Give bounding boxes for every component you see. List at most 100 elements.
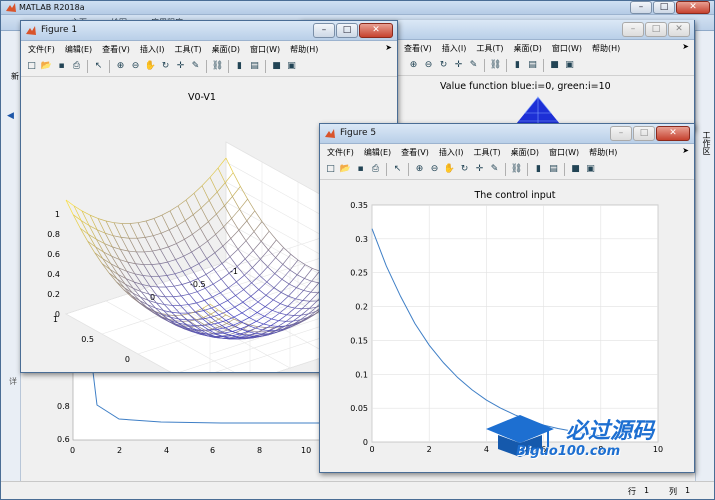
link-icon[interactable]: ⛓ <box>510 163 523 176</box>
main-titlebar[interactable]: MATLAB R2018a – □ ✕ <box>1 1 714 15</box>
link-icon[interactable]: ⛓ <box>489 59 502 72</box>
dock-icon[interactable]: ▣ <box>563 59 576 72</box>
legend-icon[interactable]: ▤ <box>248 60 261 73</box>
rotate-icon[interactable]: ↻ <box>458 163 471 176</box>
print-icon[interactable]: ⎙ <box>70 60 83 73</box>
x-tick-label: 0.5 <box>81 335 94 344</box>
figure-1-menu-insert[interactable]: 插入(I) <box>140 44 165 55</box>
figure-bg-menu-tools[interactable]: 工具(T) <box>476 43 503 54</box>
rotate-icon[interactable]: ↻ <box>437 59 450 72</box>
pointer-icon[interactable]: ↖ <box>92 60 105 73</box>
figure-bg-menu-view[interactable]: 查看(V) <box>404 43 432 54</box>
brush-icon[interactable]: ✎ <box>467 59 480 72</box>
figure-bg-close-button[interactable]: ✕ <box>668 22 690 37</box>
brush-icon[interactable]: ✎ <box>189 60 202 73</box>
legend-icon[interactable]: ▤ <box>526 59 539 72</box>
mesh-line <box>168 229 177 244</box>
figure-5-menu-file[interactable]: 文件(F) <box>327 147 354 158</box>
data-cursor-icon[interactable]: ✛ <box>452 59 465 72</box>
hide-tools-icon[interactable]: ■ <box>270 60 283 73</box>
mesh-line <box>159 263 168 276</box>
figure-5-menu-edit[interactable]: 编辑(E) <box>364 147 391 158</box>
figure-bg-menu-help[interactable]: 帮助(H) <box>592 43 620 54</box>
figure-1-menu-tools[interactable]: 工具(T) <box>174 44 201 55</box>
new-figure-icon[interactable]: □ <box>25 60 38 73</box>
zoom-out-icon[interactable]: ⊖ <box>129 60 142 73</box>
pan-icon[interactable]: ✋ <box>144 60 157 73</box>
save-icon[interactable]: ▪ <box>354 163 367 176</box>
main-minimize-button[interactable]: – <box>630 1 652 14</box>
data-cursor-icon[interactable]: ✛ <box>174 60 187 73</box>
zoom-in-icon[interactable]: ⊕ <box>407 59 420 72</box>
figure-1-minimize-button[interactable]: – <box>313 23 335 38</box>
open-file-icon[interactable]: 📂 <box>40 60 53 73</box>
colorbar-icon[interactable]: ▮ <box>233 60 246 73</box>
figure-5-titlebar[interactable]: Figure 5 – □ ✕ <box>320 124 694 144</box>
toolstrip-new-label[interactable]: 新 <box>11 71 19 82</box>
figure-bg-menu-window[interactable]: 窗口(W) <box>552 43 582 54</box>
figure-5-close-button[interactable]: ✕ <box>656 126 690 141</box>
mesh-line <box>184 220 193 235</box>
figure-5-menubar: 文件(F) 编辑(E) 查看(V) 插入(I) 工具(T) 桌面(D) 窗口(W… <box>320 144 694 160</box>
dock-icon[interactable]: ▣ <box>285 60 298 73</box>
workspace-panel[interactable]: 工作区 <box>695 31 714 481</box>
back-arrow-icon[interactable]: ◀ <box>7 111 14 121</box>
figure-1-menu-edit[interactable]: 编辑(E) <box>65 44 92 55</box>
figure-bg-menu-desktop[interactable]: 桌面(D) <box>513 43 541 54</box>
figure-5-menu-arrow-icon[interactable]: ➤ <box>682 146 689 155</box>
colorbar-icon[interactable]: ▮ <box>532 163 545 176</box>
hide-tools-icon[interactable]: ■ <box>569 163 582 176</box>
dock-icon[interactable]: ▣ <box>584 163 597 176</box>
figure-5-menu-tools[interactable]: 工具(T) <box>473 147 500 158</box>
brush-icon[interactable]: ✎ <box>488 163 501 176</box>
figure-5-menu-view[interactable]: 查看(V) <box>401 147 429 158</box>
main-maximize-button[interactable]: □ <box>653 1 675 14</box>
figure-1-menu-help[interactable]: 帮助(H) <box>290 44 318 55</box>
figure-5-menu-insert[interactable]: 插入(I) <box>439 147 464 158</box>
figure-5-menu-window[interactable]: 窗口(W) <box>549 147 579 158</box>
mesh-line <box>65 199 74 215</box>
legend-icon[interactable]: ▤ <box>547 163 560 176</box>
mesh-line <box>201 177 211 186</box>
zoom-in-icon[interactable]: ⊕ <box>114 60 127 73</box>
pointer-icon[interactable]: ↖ <box>391 163 404 176</box>
figure-bg-menu-insert[interactable]: 插入(I) <box>442 43 467 54</box>
figure-1-menu-arrow-icon[interactable]: ➤ <box>385 43 392 52</box>
figure-1-menu-view[interactable]: 查看(V) <box>102 44 130 55</box>
figure-5-menu-desktop[interactable]: 桌面(D) <box>511 147 539 158</box>
z-tick-label: 0.8 <box>47 230 60 239</box>
y-tick-label: 0.2 <box>355 303 368 312</box>
mesh-line <box>161 210 171 216</box>
mesh-line <box>176 243 184 257</box>
open-file-icon[interactable]: 📂 <box>339 163 352 176</box>
pan-icon[interactable]: ✋ <box>443 163 456 176</box>
figure-1-maximize-button[interactable]: □ <box>336 23 358 38</box>
main-close-button[interactable]: ✕ <box>676 1 710 14</box>
figure-5-menu-help[interactable]: 帮助(H) <box>589 147 617 158</box>
zoom-out-icon[interactable]: ⊖ <box>428 163 441 176</box>
figure-1-menu-desktop[interactable]: 桌面(D) <box>212 44 240 55</box>
zoom-in-icon[interactable]: ⊕ <box>413 163 426 176</box>
data-cursor-icon[interactable]: ✛ <box>473 163 486 176</box>
mesh-line <box>160 246 169 250</box>
figure-5-maximize-button[interactable]: □ <box>633 126 655 141</box>
figure-1-close-button[interactable]: ✕ <box>359 23 393 38</box>
figure-5-minimize-button[interactable]: – <box>610 126 632 141</box>
zoom-out-icon[interactable]: ⊖ <box>422 59 435 72</box>
figure-bg-maximize-button[interactable]: □ <box>645 22 667 37</box>
under-ytick-0: 0.8 <box>57 402 70 411</box>
figure-1-menu-file[interactable]: 文件(F) <box>28 44 55 55</box>
figure-1-menu-window[interactable]: 窗口(W) <box>250 44 280 55</box>
hide-tools-icon[interactable]: ■ <box>548 59 561 72</box>
save-icon[interactable]: ▪ <box>55 60 68 73</box>
link-icon[interactable]: ⛓ <box>211 60 224 73</box>
mesh-line <box>137 220 147 224</box>
figure-bg-minimize-button[interactable]: – <box>622 22 644 37</box>
rotate-icon[interactable]: ↻ <box>159 60 172 73</box>
figure-1-titlebar[interactable]: Figure 1 – □ ✕ <box>21 21 397 41</box>
figure-bg-menu-arrow-icon[interactable]: ➤ <box>682 42 689 51</box>
colorbar-icon[interactable]: ▮ <box>511 59 524 72</box>
new-figure-icon[interactable]: □ <box>324 163 337 176</box>
mesh-line <box>136 238 145 253</box>
print-icon[interactable]: ⎙ <box>369 163 382 176</box>
